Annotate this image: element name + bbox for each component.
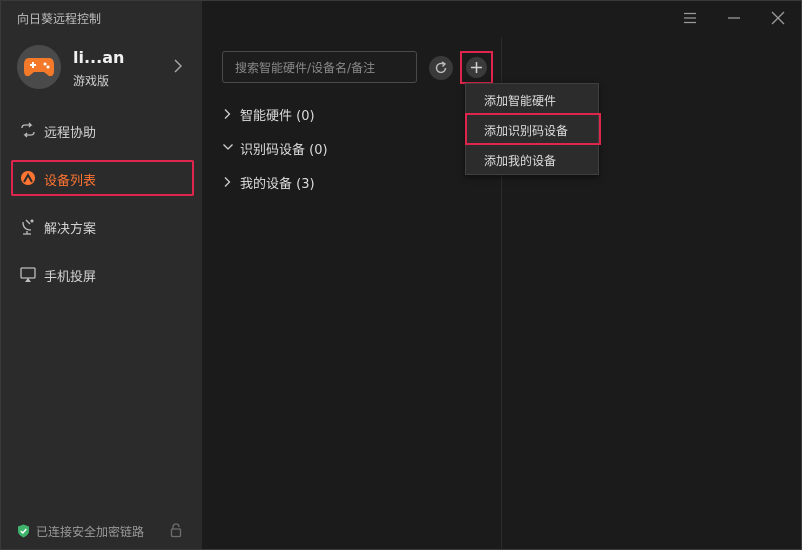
sidebar: 向日葵远程控制 li...an 游戏版 远程协助 设备列表 解决方案 手机投屏 …: [1, 1, 202, 549]
remote-assist-icon: [21, 122, 35, 138]
solution-icon: [22, 219, 34, 235]
menu-label: 添加我的设备: [484, 154, 557, 168]
minimize-icon: [728, 17, 740, 19]
chevron-right-icon: [224, 177, 231, 187]
group-label: 识别码设备 (0): [240, 143, 328, 158]
add-button-highlight: [460, 51, 493, 84]
lock-icon[interactable]: [170, 523, 182, 538]
group-label: 智能硬件 (0): [240, 109, 315, 124]
menu-item-add-my-device[interactable]: 添加我的设备: [466, 144, 598, 174]
group-id-code-devices[interactable]: 识别码设备 (0): [222, 136, 482, 160]
menu-label: 添加识别码设备: [484, 124, 569, 138]
screen-cast-icon: [20, 267, 36, 282]
profile-tier: 游戏版: [73, 74, 110, 88]
device-list-icon: [21, 171, 35, 185]
gamepad-icon: [24, 58, 54, 77]
chevron-right-icon: [174, 59, 182, 73]
refresh-icon: [435, 61, 447, 74]
group-smart-hardware[interactable]: 智能硬件 (0): [222, 102, 482, 126]
chevron-right-icon: [224, 109, 231, 119]
minimize-button[interactable]: [725, 9, 743, 27]
avatar: [17, 45, 61, 89]
menu-item-add-id-code-device[interactable]: 添加识别码设备: [465, 113, 601, 145]
status-text: 已连接安全加密链路: [36, 525, 145, 539]
nav-item-screen-cast[interactable]: 手机投屏: [11, 256, 194, 292]
nav-label: 远程协助: [44, 126, 97, 141]
refresh-button[interactable]: [429, 56, 453, 80]
window-controls: [679, 9, 789, 27]
add-button[interactable]: [466, 57, 487, 78]
connection-status: 已连接安全加密链路: [17, 522, 187, 540]
menu-button[interactable]: [681, 9, 699, 27]
search-box: [222, 51, 417, 83]
chevron-down-icon: [223, 144, 233, 150]
group-label: 我的设备 (3): [240, 177, 315, 192]
nav-item-solution[interactable]: 解决方案: [11, 208, 194, 244]
search-input[interactable]: [235, 58, 410, 78]
nav-label: 解决方案: [44, 222, 97, 237]
app-title: 向日葵远程控制: [17, 12, 102, 26]
nav-item-device-list[interactable]: 设备列表: [11, 160, 194, 196]
hamburger-icon: [684, 12, 696, 24]
app-window: 向日葵远程控制 li...an 游戏版 远程协助 设备列表 解决方案 手机投屏 …: [0, 0, 802, 550]
add-device-menu: 添加智能硬件 添加识别码设备 添加我的设备: [465, 83, 601, 175]
nav-label: 设备列表: [44, 174, 97, 189]
plus-icon: [471, 62, 482, 73]
nav-item-remote-assist[interactable]: 远程协助: [11, 112, 194, 148]
profile-name: li...an: [73, 48, 125, 67]
nav-label: 手机投屏: [44, 270, 97, 285]
shield-check-icon: [18, 524, 29, 538]
close-button[interactable]: [769, 9, 787, 27]
menu-item-add-smart-hardware[interactable]: 添加智能硬件: [466, 84, 598, 114]
group-my-devices[interactable]: 我的设备 (3): [222, 170, 482, 194]
user-profile[interactable]: li...an 游戏版: [1, 41, 202, 97]
close-icon: [771, 11, 785, 25]
menu-label: 添加智能硬件: [484, 94, 557, 108]
